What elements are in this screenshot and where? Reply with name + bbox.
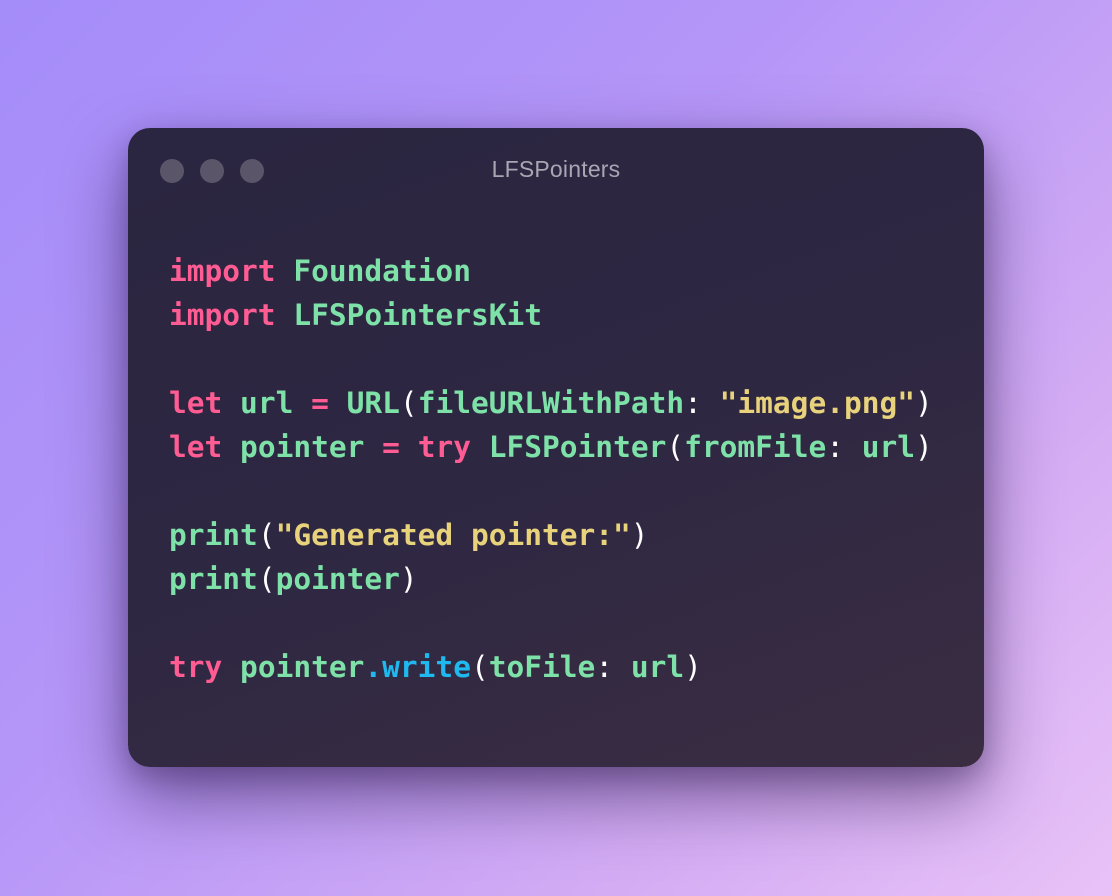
identifier-token: print [169,518,258,552]
punctuation-token: ( [257,562,276,596]
keyword-token: let [169,386,223,420]
identifier-token: url [861,430,916,464]
identifier-token: URL [328,386,400,420]
title-bar: LFSPointers [128,128,984,212]
code-block: import Foundation import LFSPointersKit l… [169,249,933,689]
identifier-token: url [222,386,312,420]
punctuation-token: ( [399,386,418,420]
window-title: LFSPointers [491,156,621,182]
punctuation-token: ( [470,650,489,684]
identifier-token: LFSPointer [470,430,667,464]
operator-token: = [382,430,400,464]
identifier-token: Foundation [293,254,471,288]
code-window: LFSPointers import Foundation import LFSP… [128,128,984,767]
identifier-token: fromFile [684,430,827,464]
code-line: try pointer.write(toFile: url) [169,645,933,689]
code-line: import LFSPointersKit [169,293,933,337]
code-line: let pointer = try LFSPointer(fromFile: u… [169,425,933,469]
identifier-token: pointer [222,650,365,684]
punctuation-token: ) [915,386,933,420]
method-token: .write [364,650,471,684]
punctuation-token: ) [915,430,933,464]
identifier-token: pointer [275,562,400,596]
punctuation-token: ( [257,518,276,552]
code-line: print(pointer) [169,557,933,601]
operator-token: = [311,386,329,420]
code-line: print("Generated pointer:") [169,513,933,557]
identifier-token: fileURLWithPath [417,386,685,420]
code-line: let url = URL(fileURLWithPath: "image.pn… [169,381,933,425]
identifier-token: print [169,562,258,596]
punctuation-token: ) [684,650,702,684]
identifier-token [276,298,294,332]
identifier-token: url [630,650,685,684]
identifier-token: pointer [222,430,383,464]
punctuation-token: : [826,430,862,464]
punctuation-token: : [595,650,631,684]
identifier-token [400,430,418,464]
keyword-token: let [169,430,223,464]
keyword-token: try [417,430,471,464]
keyword-token: import [169,254,276,288]
punctuation-token: ) [630,518,649,552]
string-token: "image.png" [719,386,916,420]
identifier-token [276,254,294,288]
identifier-token: LFSPointersKit [293,298,542,332]
punctuation-token: : [684,386,720,420]
identifier-token: toFile [488,650,596,684]
keyword-token: try [169,650,223,684]
punctuation-token: ) [399,562,418,596]
code-line: import Foundation [169,249,933,293]
keyword-token: import [169,298,276,332]
string-token: "Generated pointer:" [275,518,631,552]
punctuation-token: ( [666,430,685,464]
